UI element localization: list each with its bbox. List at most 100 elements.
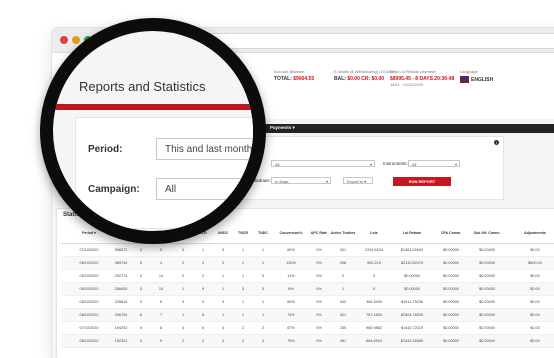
table-cell: 2294.6244 [357, 243, 391, 257]
table-cell: 0% [309, 256, 329, 270]
table-cell: 1 [233, 295, 253, 309]
next-payment: Next Lot Rebate payment: $8995.45 - 8 DA… [390, 69, 454, 89]
table-cell: 1 [253, 308, 273, 322]
table-cell: $0.00 [505, 295, 554, 309]
export-button[interactable]: Export to ▾ [343, 177, 373, 184]
table-cell: 1 [233, 256, 253, 270]
column-header: APC Rate [309, 223, 329, 244]
table-row[interactable]: 08/10/2020 389744 5 4 0 4 3 1 1 130% 0% 296 950.215 $… [61, 256, 554, 270]
table-cell: 0% [309, 269, 329, 283]
table-cell: 1 [213, 269, 233, 283]
table-cell: 1 [233, 243, 253, 257]
table-cell: $0.00000 [391, 282, 433, 296]
table-cell: 4 [193, 256, 213, 270]
period-select-value: This and last month [165, 144, 253, 155]
instruments-select[interactable]: All ▾ [408, 160, 460, 167]
table-cell: 3 [213, 243, 233, 257]
table-cell: 60% [273, 295, 309, 309]
column-header: Lots [357, 223, 391, 244]
table-cell: $0.00000 [469, 282, 505, 296]
table-cell: 06/10/2020 [69, 308, 109, 322]
table-cell: 0 [173, 256, 193, 270]
campaign-select[interactable]: All [156, 178, 253, 200]
account-balance-prefix: TOTAL: [274, 76, 292, 82]
platform-select-value: All [275, 162, 280, 167]
table-cell: $0.00 [505, 282, 554, 296]
info-icon[interactable]: i [494, 140, 499, 145]
row-checkbox[interactable] [61, 269, 69, 283]
table-cell: $0.00000 [391, 269, 433, 283]
table-cell: 7 [149, 308, 173, 322]
table-cell: 1 [253, 256, 273, 270]
table-row[interactable]: 05/10/2020 228816 0 6 3 3 3 1 1 60% 0% 342 464.5409 $… [61, 295, 554, 309]
table-row[interactable]: 06/10/2020 268405 5 15 1 9 1 3 3 8% 0% 1 0 $0.00000 $0… [61, 282, 554, 296]
table-cell: 3 [193, 295, 213, 309]
table-cell: 1 [329, 282, 357, 296]
nav-bar-red-magnified [53, 104, 253, 110]
table-body: 07/10/2020 356572 0 5 4 1 3 1 1 60% 0% 301 2294.6244… [61, 243, 554, 348]
table-cell: $1481.02603 [391, 243, 433, 257]
table-cell: 664.6910 [357, 334, 391, 348]
table-cell: 8 [149, 321, 173, 335]
wallet-cr-value: CR: $0.00 [361, 76, 385, 82]
table-cell: $0.00000 [469, 321, 505, 335]
table-cell: 255 [329, 321, 357, 335]
table-row[interactable]: 07/10/2020 356572 0 5 4 1 3 1 1 60% 0% 301 2294.6244… [61, 243, 554, 257]
table-cell: 6 [193, 308, 213, 322]
account-balance: Account Balance TOTAL: $9604.55 [274, 69, 314, 82]
row-checkbox[interactable] [61, 295, 69, 309]
table-row[interactable]: 06/10/2020 206794 6 7 1 6 1 1 1 74% 0% 321 787.1834 $… [61, 308, 554, 322]
period-select[interactable]: This and last month [156, 138, 253, 160]
row-checkbox[interactable] [61, 243, 69, 257]
table-cell: $0.00000 [469, 243, 505, 257]
table-cell: 2 [193, 334, 213, 348]
column-header: Sub Aff. Comm. [469, 223, 505, 244]
table-cell: $0.00000 [433, 243, 469, 257]
table-cell: 2 [253, 321, 273, 335]
table-cell: 787.1834 [357, 308, 391, 322]
table-cell: 206794 [109, 308, 133, 322]
table-cell: 08/10/2020 [69, 256, 109, 270]
language-label: Language [460, 69, 478, 74]
run-report-button[interactable]: RUN REPORT [393, 177, 451, 186]
table-cell: 6 [149, 295, 173, 309]
table-cell: 0% [309, 282, 329, 296]
breakdown-select-value: In Days [275, 179, 289, 184]
table-cell: $0.00000 [469, 334, 505, 348]
language-selector[interactable]: Language ENGLISH [460, 69, 493, 83]
breakdown-select[interactable]: In Days ▾ [271, 177, 331, 184]
table-cell: 0 [133, 295, 149, 309]
row-checkbox[interactable] [61, 282, 69, 296]
table-cell: 1 [233, 308, 253, 322]
table-cell: 4 [173, 243, 193, 257]
platform-select[interactable]: All ▾ [271, 160, 375, 167]
wallet-label: E-Wallet ($ Withdrawing) (10,000+) [334, 69, 397, 74]
nav-item-payments[interactable]: Payments ▾ [270, 125, 295, 131]
table-cell: $0.00000 [433, 282, 469, 296]
table-cell: 05/10/2020 [69, 295, 109, 309]
table-cell: 960.9862 [357, 321, 391, 335]
table-cell: 09/10/2020 [69, 269, 109, 283]
table-cell: 2 [173, 269, 193, 283]
table-cell: 0 [357, 269, 391, 283]
row-checkbox[interactable] [61, 256, 69, 270]
table-cell: 5 [193, 321, 213, 335]
page-title: Reports and Statistics [79, 79, 206, 94]
chevron-down-icon: ▾ [454, 162, 457, 167]
table-row[interactable]: 09/10/2020 292774 0 14 2 2 1 1 5 11% 0% 2 0 $0.00000 $… [61, 269, 554, 283]
column-header: TNDC [253, 223, 273, 244]
table-cell: 6 [133, 308, 149, 322]
table-row[interactable]: 07/10/2020 194252 5 8 4 5 4 2 2 67% 0% 255 960.9862 $… [61, 321, 554, 335]
table-cell: 292774 [109, 269, 133, 283]
table-cell: 5 [133, 282, 149, 296]
table-row[interactable]: 08/10/2020 192321 0 9 2 2 3 2 3 75% 0% 281 664.6910 $… [61, 334, 554, 348]
table-cell: 74% [273, 308, 309, 322]
row-checkbox[interactable] [61, 321, 69, 335]
table-cell: 3 [213, 295, 233, 309]
table-cell: 2 [193, 269, 213, 283]
row-checkbox[interactable] [61, 308, 69, 322]
table-cell: $1442.72119 [391, 321, 433, 335]
row-checkbox[interactable] [61, 334, 69, 348]
table-cell: $0.00000 [469, 295, 505, 309]
column-header: CPA Comm. [433, 223, 469, 244]
